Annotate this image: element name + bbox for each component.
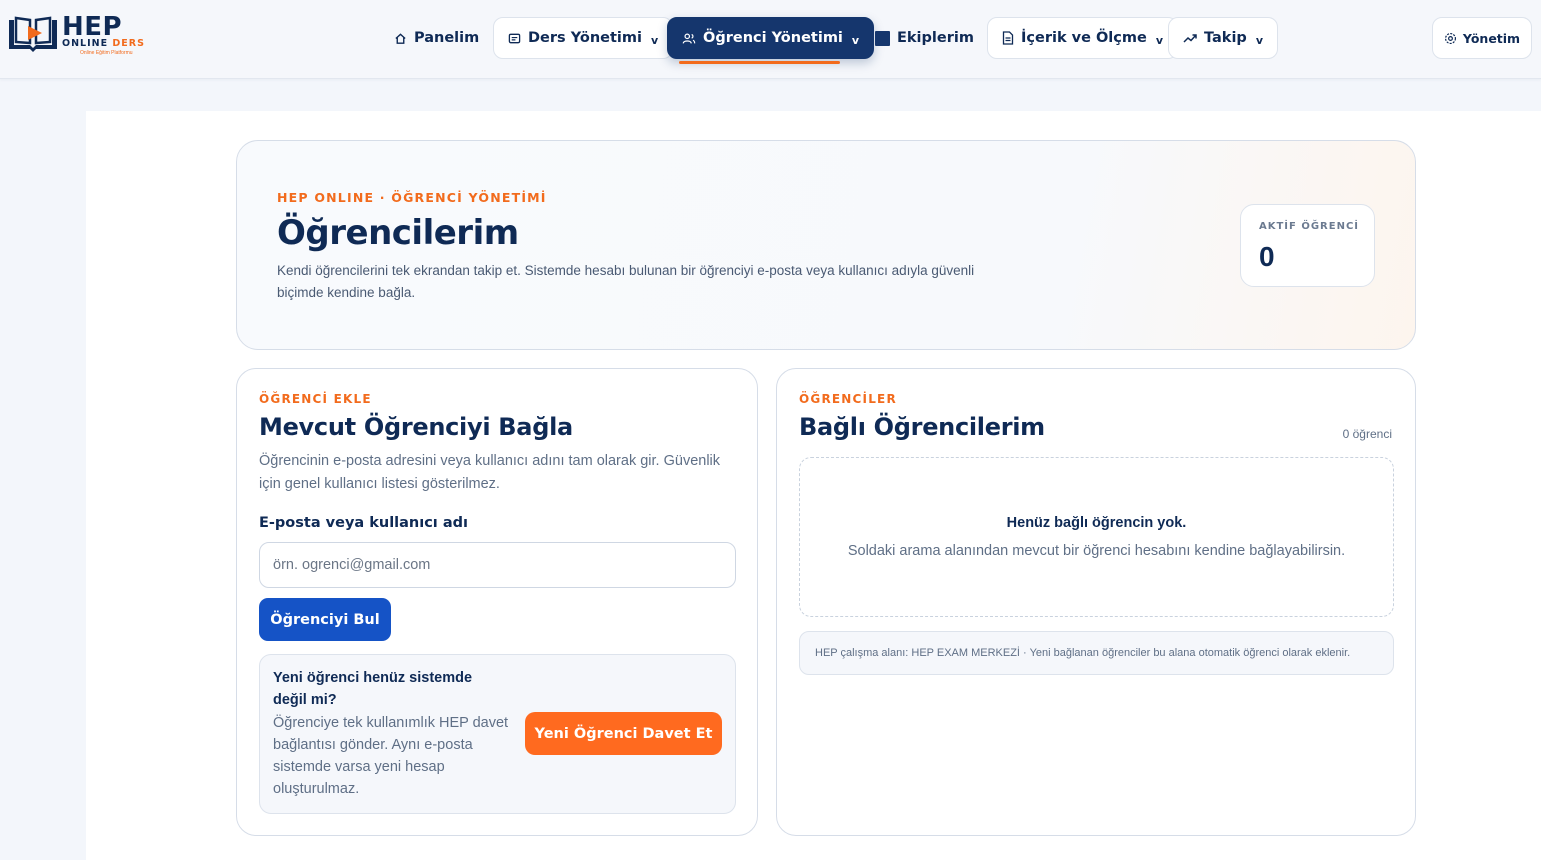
chevron-down-icon: v xyxy=(650,33,659,47)
nav-icerik-ve-olcme-label: İçerik ve Ölçme xyxy=(1021,30,1147,46)
nav-ders-yonetimi[interactable]: Ders Yönetimi v xyxy=(493,17,674,59)
admin-button[interactable]: Yönetim xyxy=(1432,17,1532,59)
document-icon xyxy=(1002,31,1014,45)
list-panel-title: Bağlı Öğrencilerim xyxy=(799,413,1045,441)
stat-value: 0 xyxy=(1259,241,1275,272)
chevron-down-icon: v xyxy=(1155,33,1163,47)
book-icon xyxy=(508,33,521,43)
invite-question: Yeni öğrenci henüz sistemde değil mi? xyxy=(273,670,473,708)
invite-box: Yeni öğrenci henüz sistemde değil mi? Öğ… xyxy=(259,654,736,814)
empty-state: Henüz bağlı öğrencin yok. Soldaki arama … xyxy=(799,457,1394,617)
top-navbar: HEP ONLINE DERS Online Eğitim Platformu … xyxy=(0,0,1541,79)
add-student-panel: ÖĞRENCİ EKLE Mevcut Öğrenciyi Bağla Öğre… xyxy=(236,368,758,836)
brand-logo[interactable]: HEP ONLINE DERS Online Eğitim Platformu xyxy=(6,12,166,56)
active-student-stat: AKTİF ÖĞRENCİ 0 xyxy=(1240,204,1375,287)
nav-icerik-ve-olcme[interactable]: İçerik ve Ölçme v xyxy=(987,17,1178,59)
home-icon xyxy=(395,32,406,44)
invite-student-button[interactable]: Yeni Öğrenci Davet Et xyxy=(525,712,722,755)
brand-subtitle: ONLINE DERS xyxy=(62,38,145,49)
active-tab-indicator xyxy=(679,61,840,64)
trend-icon xyxy=(1183,34,1197,43)
square-icon xyxy=(875,30,890,46)
add-panel-title: Mevcut Öğrenciyi Bağla xyxy=(259,413,573,441)
nav-ders-yonetimi-label: Ders Yönetimi xyxy=(528,30,642,46)
chevron-down-icon: v xyxy=(1255,33,1263,47)
invite-description: Öğrenciye tek kullanımlık HEP davet bağl… xyxy=(273,715,509,797)
nav-ogrenci-yonetimi[interactable]: Öğrenci Yönetimi v xyxy=(667,17,875,59)
stat-label: AKTİF ÖĞRENCİ xyxy=(1259,221,1360,232)
nav-panelim[interactable]: Panelim xyxy=(380,17,493,59)
student-count: 0 öğrenci xyxy=(1342,427,1392,441)
empty-state-text: Soldaki arama alanından mevcut bir öğren… xyxy=(847,543,1346,559)
nav-ekiplerim[interactable]: Ekiplerim xyxy=(861,17,988,59)
linked-students-panel: ÖĞRENCİLER Bağlı Öğrencilerim 0 öğrenci … xyxy=(776,368,1416,836)
hero-eyebrow: HEP ONLINE · ÖĞRENCİ YÖNETİMİ xyxy=(277,190,547,205)
admin-button-label: Yönetim xyxy=(1462,30,1521,46)
email-or-username-input[interactable] xyxy=(259,542,736,588)
empty-state-title: Henüz bağlı öğrencin yok. xyxy=(1006,515,1187,531)
page-title: Öğrencilerim xyxy=(277,213,519,253)
list-panel-eyebrow: ÖĞRENCİLER xyxy=(799,392,897,406)
book-logo-icon xyxy=(9,16,57,52)
hero-description: Kendi öğrencilerini tek ekrandan takip e… xyxy=(277,263,975,300)
brand-sub-b: DERS xyxy=(112,38,145,49)
add-panel-eyebrow: ÖĞRENCİ EKLE xyxy=(259,392,372,406)
nav-ogrenci-yonetimi-label: Öğrenci Yönetimi xyxy=(703,30,843,46)
nav-takip[interactable]: Takip v xyxy=(1168,17,1278,59)
workspace-info: HEP çalışma alanı: HEP EXAM MERKEZİ · Ye… xyxy=(799,631,1394,675)
find-student-button[interactable]: Öğrenciyi Bul xyxy=(259,598,391,641)
brand-sub-a: ONLINE xyxy=(62,38,109,49)
nav-panelim-label: Panelim xyxy=(414,30,480,46)
chevron-down-icon: v xyxy=(851,33,860,47)
nav-ekiplerim-label: Ekiplerim xyxy=(897,30,974,46)
users-icon xyxy=(682,33,696,44)
add-panel-help: Öğrencinin e-posta adresini veya kullanı… xyxy=(259,453,721,492)
email-field-label: E-posta veya kullanıcı adı xyxy=(259,515,468,531)
hero-card: HEP ONLINE · ÖĞRENCİ YÖNETİMİ Öğrenciler… xyxy=(236,140,1416,350)
brand-tagline: Online Eğitim Platformu xyxy=(80,50,133,56)
nav-takip-label: Takip xyxy=(1204,30,1247,46)
gear-icon xyxy=(1444,32,1456,44)
